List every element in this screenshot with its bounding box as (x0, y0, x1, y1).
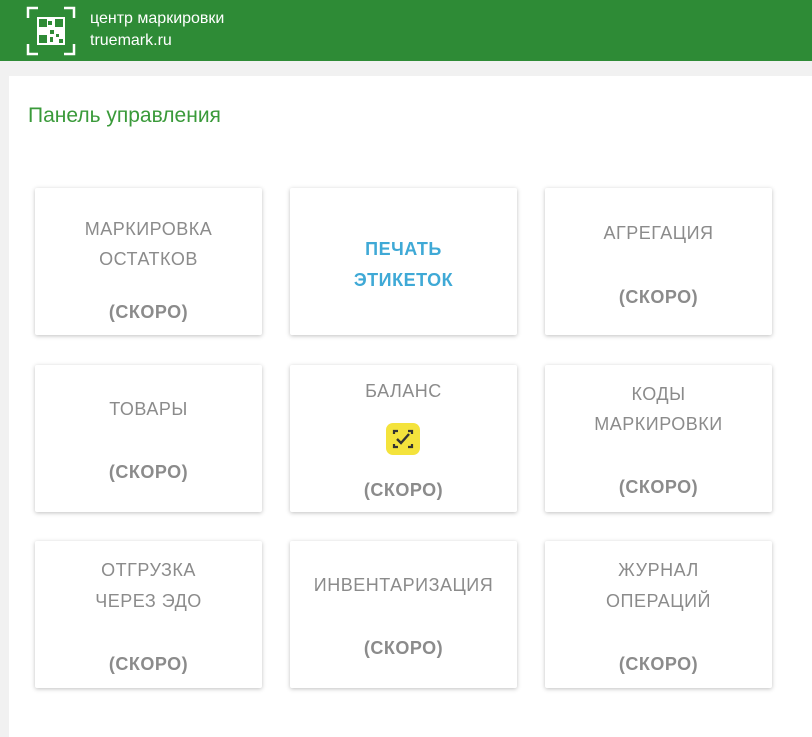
control-panel: Панель управления МАРКИРОВКА ОСТАТКОВ (С… (9, 76, 812, 737)
tile-status: (СКОРО) (618, 477, 699, 497)
tile-marking-remains[interactable]: МАРКИРОВКА ОСТАТКОВ (СКОРО) (35, 188, 262, 335)
page-title: Панель управления (28, 104, 221, 127)
tile-label: АГРЕГАЦИЯ (603, 223, 714, 243)
tile-status: (СКОРО) (618, 287, 699, 307)
tile-label: ТОВАРЫ (109, 399, 188, 419)
tile-label: ОТГРУЗКА (101, 560, 196, 580)
tile-status: (СКОРО) (618, 654, 699, 674)
tile-status: (СКОРО) (108, 654, 189, 674)
tile-balance[interactable]: БАЛАНС (СКОРО) (290, 365, 517, 512)
tile-products[interactable]: ТОВАРЫ (СКОРО) (35, 365, 262, 512)
tile-marking-codes[interactable]: КОДЫ МАРКИРОВКИ (СКОРО) (545, 365, 772, 512)
tile-label: МАРКИРОВКА (84, 219, 213, 239)
tile-status: (СКОРО) (108, 462, 189, 482)
tile-label: ОСТАТКОВ (99, 249, 198, 269)
tile-inventory[interactable]: ИНВЕНТАРИЗАЦИЯ (СКОРО) (290, 541, 517, 688)
tile-label: ЖУРНАЛ (618, 560, 699, 580)
tile-label: ПЕЧАТЬ (365, 239, 442, 259)
tile-label: КОДЫ (631, 384, 686, 404)
brand-name: центр маркировки (90, 10, 225, 27)
tile-aggregation[interactable]: АГРЕГАЦИЯ (СКОРО) (545, 188, 772, 335)
tile-print-labels[interactable]: ПЕЧАТЬ ЭТИКЕТОК (290, 188, 517, 335)
tile-label: ЧЕРЕЗ ЭДО (95, 591, 202, 611)
tile-label: МАРКИРОВКИ (594, 414, 723, 434)
tile-label: БАЛАНС (365, 381, 442, 401)
brand-url[interactable]: truemark.ru (90, 32, 172, 50)
tile-label: ИНВЕНТАРИЗАЦИЯ (313, 575, 494, 595)
tile-status: (СКОРО) (363, 638, 444, 658)
tile-label: ЭТИКЕТОК (353, 270, 454, 290)
qr-code-icon (26, 6, 76, 56)
tile-label: ОПЕРАЦИЙ (606, 591, 711, 611)
tile-status: (СКОРО) (363, 480, 444, 500)
tile-status: (СКОРО) (108, 302, 189, 322)
tile-shipment-edo[interactable]: ОТГРУЗКА ЧЕРЕЗ ЭДО (СКОРО) (35, 541, 262, 688)
scan-check-icon (386, 423, 420, 455)
tile-operations-log[interactable]: ЖУРНАЛ ОПЕРАЦИЙ (СКОРО) (545, 541, 772, 688)
top-header: центр маркировки truemark.ru (0, 0, 812, 61)
